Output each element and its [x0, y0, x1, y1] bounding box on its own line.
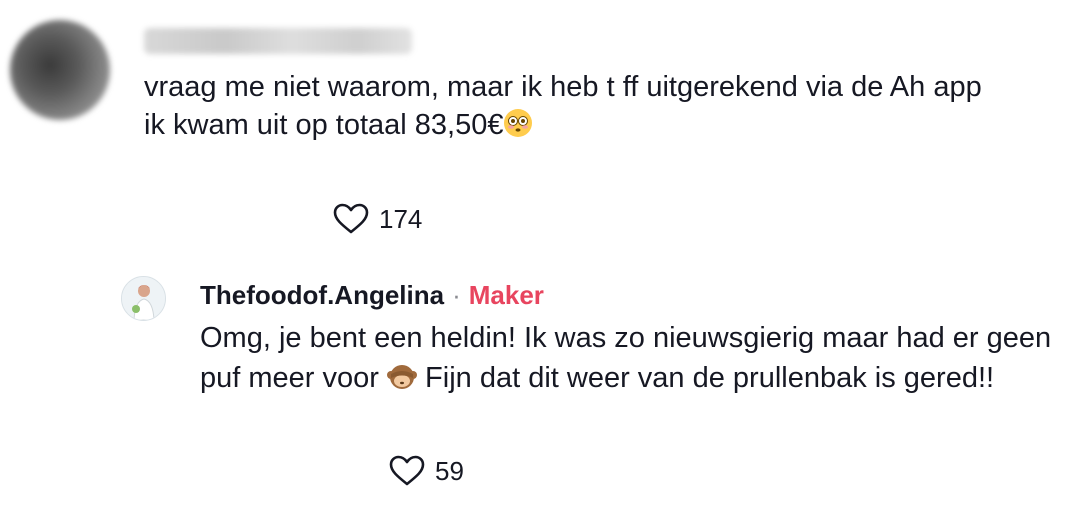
- reply-body: Omg, je bent een heldin! Ik was zo nieuw…: [200, 318, 1060, 402]
- heart-icon: [389, 455, 425, 487]
- comment-like-button[interactable]: 174: [333, 203, 422, 235]
- comment-line-1: vraag me niet waarom, maar ik heb t ff u…: [144, 71, 982, 103]
- commenter-username-blurred[interactable]: [144, 28, 412, 54]
- commenter-avatar[interactable]: [10, 20, 110, 120]
- reply-avatar[interactable]: [121, 276, 166, 321]
- comment-body: vraag me niet waarom, maar ik heb t ff u…: [144, 68, 1054, 148]
- reply-separator: ·: [452, 280, 461, 310]
- reply-text-part-2: Fijn dat dit weer van de prullenbak is g…: [416, 362, 995, 394]
- reply-like-count: 59: [435, 455, 464, 486]
- heart-icon: [333, 203, 369, 235]
- reply-header: Thefoodof.Angelina · Maker: [200, 280, 544, 310]
- reply-like-button[interactable]: 59: [389, 455, 464, 487]
- reply-username[interactable]: Thefoodof.Angelina: [200, 280, 444, 310]
- see-no-evil-monkey-icon: [386, 361, 417, 402]
- comment-like-count: 174: [379, 203, 423, 234]
- creator-badge: Maker: [468, 280, 544, 310]
- comment-line-2: ik kwam uit op totaal 83,50€: [144, 106, 1054, 148]
- flushed-face-icon: [503, 108, 533, 148]
- comment-line-2-text: ik kwam uit op totaal 83,50€: [144, 109, 504, 141]
